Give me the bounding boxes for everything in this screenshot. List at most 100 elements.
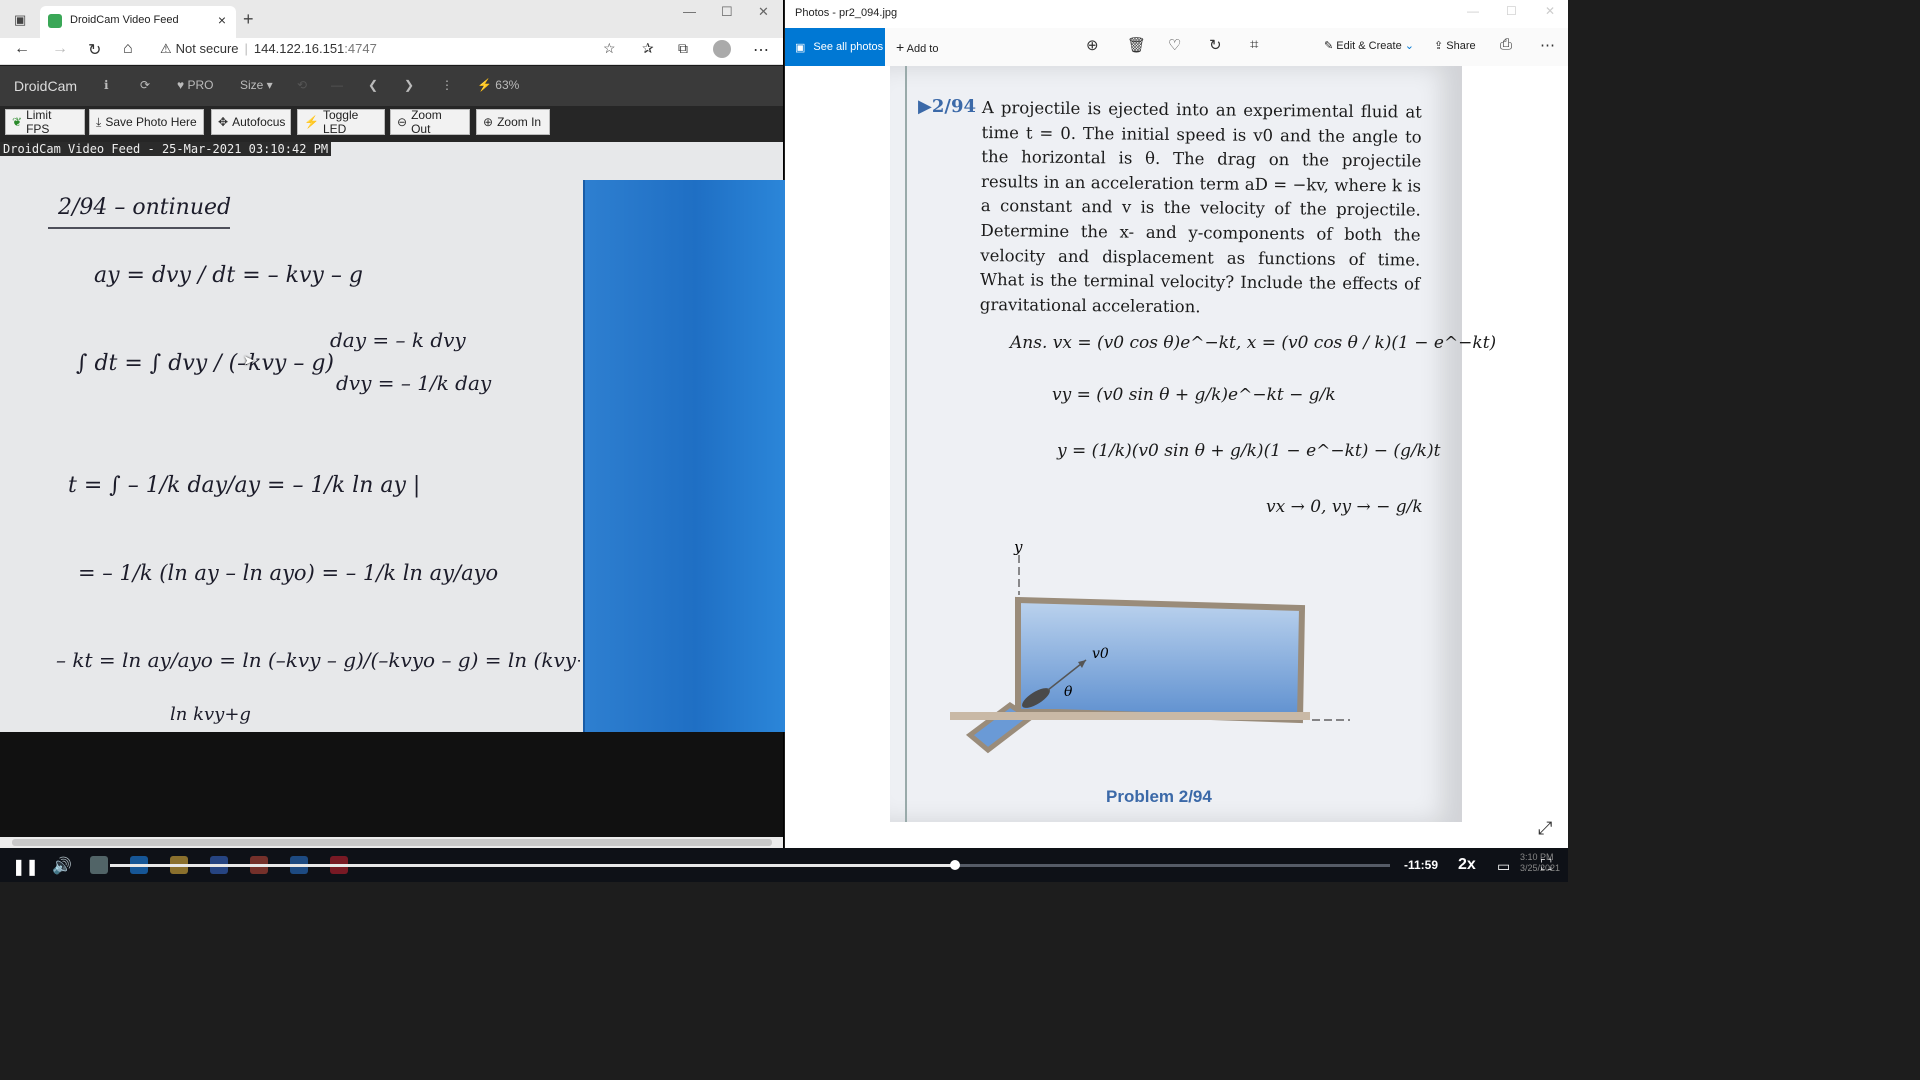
see-all-photos-button[interactable]: ▣ See all photos	[785, 28, 885, 66]
url-port: :4747	[344, 41, 377, 56]
photos-icon: ▣	[795, 41, 806, 54]
seek-bar-fill	[110, 864, 955, 867]
task-view-icon[interactable]	[90, 856, 108, 874]
favorite-heart-icon[interactable]: ♡	[1168, 36, 1181, 54]
blue-folder-in-feed	[583, 180, 785, 732]
zoom-out-icon: ⊖	[397, 115, 408, 129]
time-remaining: -11:59	[1404, 858, 1439, 872]
battery-level: 63%	[495, 78, 520, 92]
forward-icon[interactable]: →	[52, 40, 68, 58]
hw-line-2b: day = – k dvy	[330, 328, 466, 352]
tab-droidcam[interactable]: DroidCam Video Feed ×	[40, 6, 236, 38]
collections-icon[interactable]: ⧉	[678, 40, 688, 57]
pause-icon[interactable]: ❚❚	[12, 857, 39, 877]
info-icon[interactable]: ℹ	[104, 78, 109, 92]
back-icon[interactable]: ←	[14, 40, 30, 58]
fullscreen-icon[interactable]: ⛶	[1541, 857, 1552, 874]
zoom-out-button[interactable]: ⊖ Zoom Out	[390, 108, 470, 136]
autofocus-button[interactable]: ✥ Autofocus	[211, 109, 291, 135]
playback-speed[interactable]: 2x	[1458, 856, 1476, 874]
limit-fps-label: Limit FPS	[26, 108, 52, 136]
seek-bar[interactable]	[110, 860, 1390, 870]
favorites-icon[interactable]: ✰	[642, 40, 654, 57]
mouse-cursor-icon: ➤	[243, 352, 255, 368]
maximize-icon[interactable]: ☐	[721, 4, 733, 20]
share-icon: ⇪	[1434, 40, 1444, 52]
droidcam-toolbar	[0, 66, 783, 106]
hw-title: 2/94 – ontinued	[57, 195, 231, 220]
close-window-icon[interactable]: ✕	[758, 4, 769, 20]
rotate-icon[interactable]: ⟳	[140, 78, 150, 92]
home-icon[interactable]: ⌂	[123, 40, 133, 58]
url-field[interactable]: ⚠ Not secure | 144.122.16.151:4747	[160, 41, 377, 57]
zoom-icon[interactable]: ⊕	[1086, 36, 1099, 54]
not-secure-label: Not secure	[175, 41, 239, 56]
answer-line-3: y = (1/k)(v0 sin θ + g/k)(1 − e^−kt) − (…	[1057, 441, 1441, 461]
problem-number: ▶2/94	[918, 96, 976, 117]
edit-icon: ✎	[1324, 40, 1334, 52]
more-menu-icon[interactable]: ⋯	[753, 40, 769, 60]
y-axis-label: y	[1013, 540, 1023, 556]
menu-dots-icon[interactable]: ⋮	[441, 78, 453, 92]
previous-icon[interactable]: ❮	[368, 78, 378, 92]
edit-create-button[interactable]: ✎ Edit & Create ⌄	[1324, 39, 1414, 52]
zoom-out-label: Zoom Out	[411, 108, 442, 136]
pro-label: PRO	[187, 78, 214, 92]
add-to-button[interactable]: + Add to	[896, 39, 938, 55]
page-margin-line	[905, 66, 907, 822]
seek-bar-handle[interactable]	[949, 860, 960, 870]
zoom-in-label: Zoom In	[497, 115, 542, 129]
hw-line-1: ay = dvy / dt = – kvy – g	[94, 263, 363, 288]
tab-actions-icon[interactable]: ▣	[14, 12, 26, 28]
photos-maximize-icon[interactable]: ☐	[1506, 4, 1517, 18]
dash-icon[interactable]: —	[331, 78, 343, 92]
toggle-led-button[interactable]: ⚡ Toggle LED	[297, 108, 385, 136]
photos-minimize-icon[interactable]: —	[1467, 4, 1479, 18]
bolt-icon: ⚡	[304, 115, 319, 129]
hw-line-4: = – 1/k (ln ay – ln ayo) = – 1/k ln ay/a…	[78, 561, 498, 585]
delete-icon[interactable]: 🗑	[1127, 36, 1146, 54]
print-icon[interactable]: ⎙	[1500, 36, 1512, 53]
add-to-label: Add to	[906, 43, 939, 55]
rotate-image-icon[interactable]: ↻	[1209, 36, 1222, 54]
hw-line-5: – kt = ln ay/ayo = ln (–kvy – g)/(–kvyo …	[56, 648, 580, 672]
heart-icon: ♥	[177, 78, 185, 92]
plus-icon: +	[896, 39, 905, 55]
share-button[interactable]: ⇪ Share	[1434, 39, 1476, 52]
next-icon[interactable]: ❯	[404, 78, 414, 92]
url-host: 144.122.16.151	[253, 41, 345, 56]
launch-tube	[965, 701, 1035, 754]
answer-line-1: Ans. vx = (v0 cos θ)e^−kt, x = (v0 cos θ…	[1010, 333, 1497, 353]
bolt-icon: ⚡	[477, 78, 492, 92]
address-bar-row	[0, 38, 783, 65]
miniplayer-icon[interactable]: ▭	[1497, 858, 1510, 875]
handwritten-notes: 2/94 – ontinued ay = dvy / dt = – kvy – …	[48, 195, 580, 725]
crop-icon[interactable]: ⌗	[1250, 36, 1258, 53]
hw-line-3: t = ∫ – 1/k day/ay = – 1/k ln ay |	[68, 473, 420, 498]
zoom-in-button[interactable]: ⊕ Zoom In	[476, 109, 550, 135]
refresh-icon[interactable]: ↻	[88, 40, 101, 60]
size-dropdown[interactable]: Size ▾	[240, 78, 273, 92]
v0-label: v0	[1092, 646, 1109, 662]
horizontal-scrollbar[interactable]	[0, 837, 783, 848]
volume-icon[interactable]: 🔊	[52, 856, 72, 876]
save-photo-button[interactable]: ⤓ Save Photo Here	[89, 109, 204, 135]
sync-icon[interactable]: ⟲	[297, 78, 307, 92]
photos-more-icon[interactable]: ⋯	[1540, 36, 1555, 54]
scrollbar-thumb[interactable]	[12, 839, 772, 846]
minimize-icon[interactable]: —	[683, 4, 696, 19]
droidcam-brand[interactable]: DroidCam	[14, 78, 77, 94]
photos-close-icon[interactable]: ✕	[1545, 4, 1555, 18]
tab-close-icon[interactable]: ×	[218, 12, 226, 28]
share-label: Share	[1446, 40, 1476, 52]
profile-avatar[interactable]	[713, 40, 731, 58]
tank-base	[950, 712, 1310, 720]
autofocus-label: Autofocus	[232, 115, 286, 129]
feed-timestamp: DroidCam Video Feed - 25-Mar-2021 03:10:…	[0, 142, 332, 156]
pro-link[interactable]: ♥ PRO	[177, 78, 213, 92]
new-tab-icon[interactable]: +	[243, 9, 254, 30]
limit-fps-button[interactable]: ❦ Limit FPS	[5, 108, 85, 136]
add-favorite-icon[interactable]: ☆	[603, 40, 616, 57]
figure-caption: Problem 2/94	[1106, 787, 1212, 806]
fullscreen-expand-icon[interactable]: ⤢	[1538, 818, 1552, 839]
